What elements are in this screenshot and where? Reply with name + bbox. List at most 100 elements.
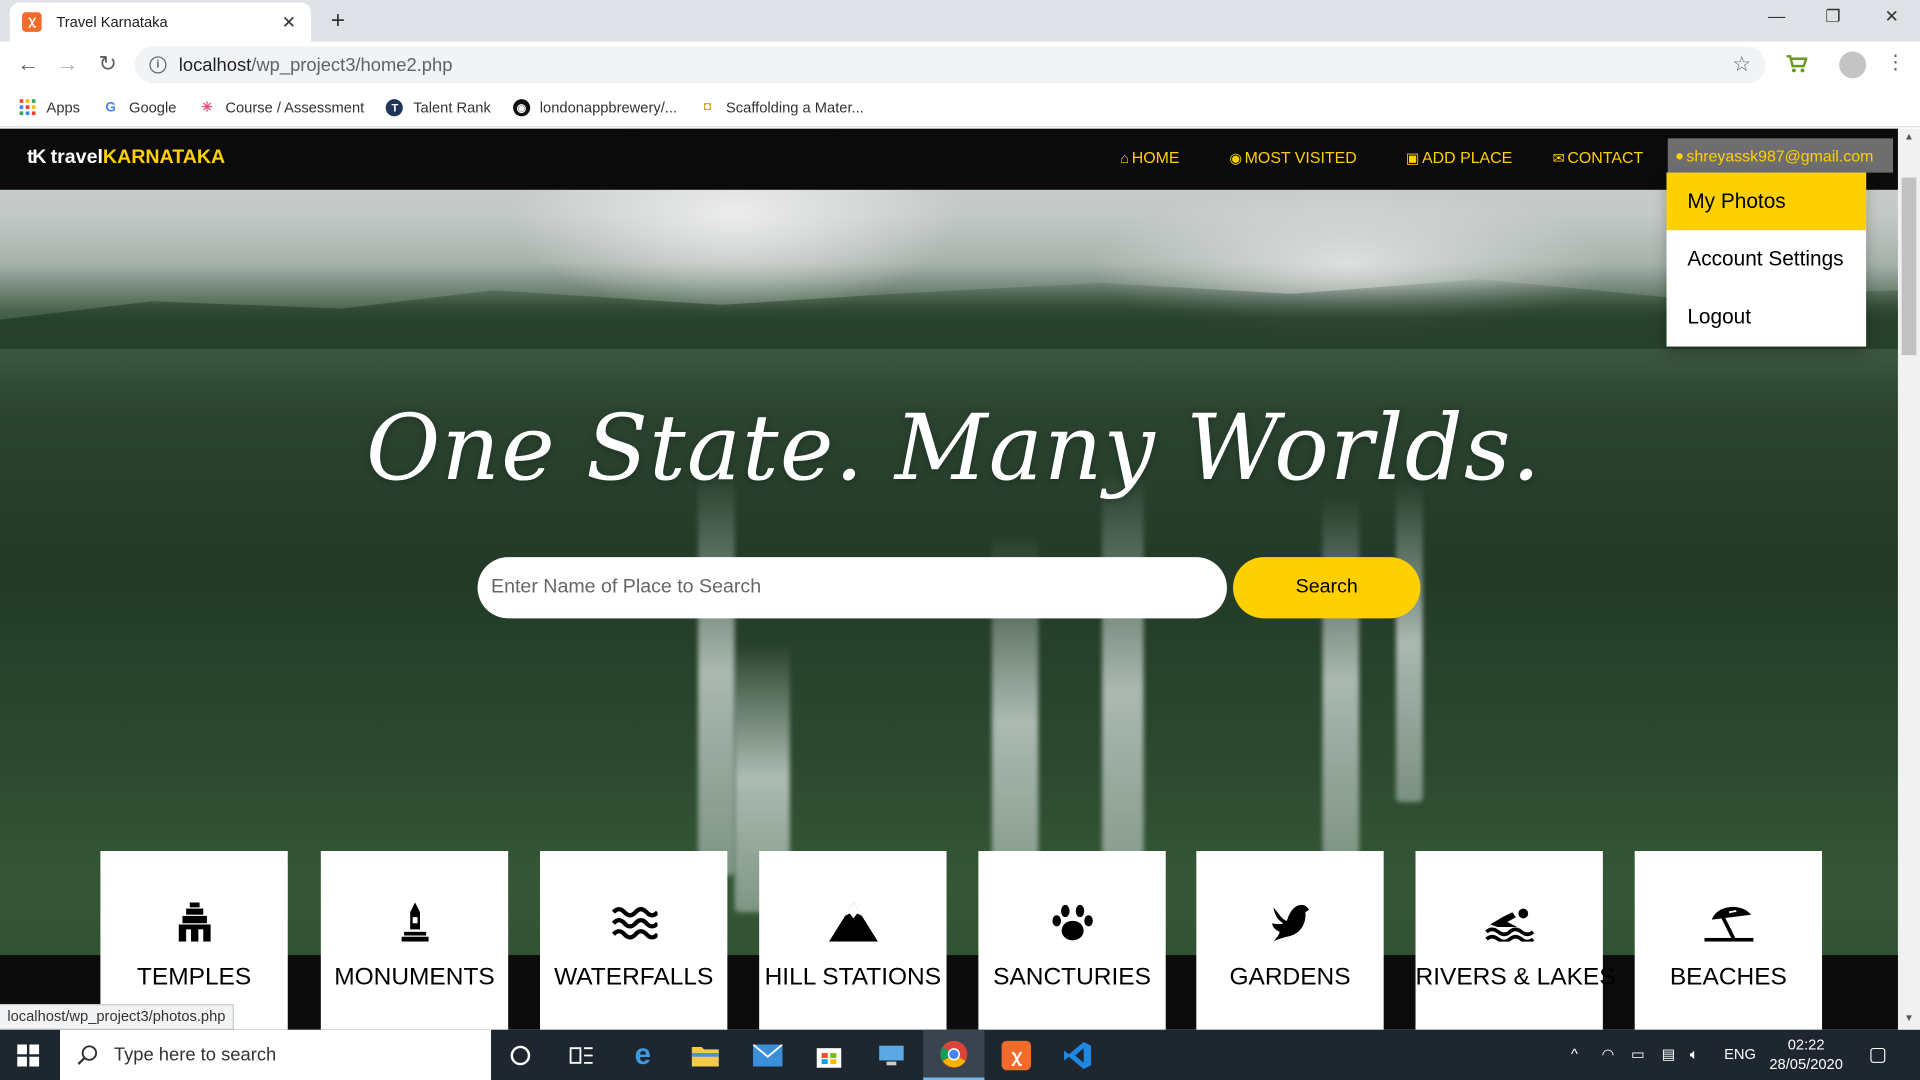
card-icon-wrap xyxy=(540,902,727,944)
card-icon-wrap xyxy=(1416,902,1603,944)
user-menu-button[interactable]: ● shreyassk987@gmail.com xyxy=(1667,138,1894,173)
status-link-preview: localhost/wp_project3/photos.php xyxy=(0,1004,235,1030)
category-label: SANCTURIES xyxy=(993,963,1151,991)
card-icon-wrap xyxy=(978,902,1165,944)
menu-item-logout[interactable]: Logout xyxy=(1667,288,1867,346)
nav-add-place[interactable]: ▣ ADD PLACE xyxy=(1406,148,1513,166)
xampp-icon: ꭓ xyxy=(22,12,42,32)
battery-icon[interactable]: ▭ xyxy=(1631,1046,1645,1063)
bookmark-apps[interactable]: Apps xyxy=(19,98,81,116)
category-card-monuments[interactable]: MONUMENTS xyxy=(320,851,509,1030)
xampp-glyph: ꭓ xyxy=(1001,1040,1032,1070)
edge-icon[interactable]: e xyxy=(612,1030,673,1080)
profile-avatar-icon[interactable] xyxy=(1839,51,1867,79)
minimize-icon[interactable]: — xyxy=(1758,6,1795,26)
dove-icon xyxy=(1271,904,1309,942)
nav-most-visited[interactable]: ◉ MOST VISITED xyxy=(1229,148,1356,166)
brand-mark: tK xyxy=(26,146,46,168)
menu-item-account-settings[interactable]: Account Settings xyxy=(1667,230,1867,288)
tray-chevron-icon[interactable]: ^ xyxy=(1571,1046,1578,1063)
cortana-icon[interactable] xyxy=(490,1030,551,1080)
camera-icon: ▣ xyxy=(1405,148,1420,166)
category-card-rivers-lakes[interactable]: RIVERS & LAKES xyxy=(1415,851,1616,1030)
scrollbar-thumb[interactable] xyxy=(1901,177,1917,356)
mountain-ridge xyxy=(0,279,1898,349)
category-label: HILL STATIONS xyxy=(764,963,942,991)
url-host: localhost xyxy=(178,54,252,76)
bookmark-github[interactable]: ◉ londonappbrewery/... xyxy=(512,98,677,116)
bookmark-label: Google xyxy=(129,98,177,116)
page-scrollbar[interactable]: ▲ ▼ xyxy=(1897,128,1920,1030)
bookmark-google[interactable]: G Google xyxy=(102,99,176,116)
bookmark-scaffolding[interactable]: ◘ Scaffolding a Mater... xyxy=(699,99,864,116)
task-view-icon[interactable] xyxy=(551,1030,612,1080)
cart-extension-icon[interactable] xyxy=(1785,54,1808,74)
place-search-input[interactable] xyxy=(477,557,1227,619)
browser-toolbar: ← → ↻ i localhost/wp_project3/home2.php … xyxy=(0,41,1920,89)
bookmark-talent-rank[interactable]: T Talent Rank xyxy=(386,98,491,116)
chrome-icon[interactable] xyxy=(923,1029,985,1080)
printer-icon[interactable]: ▤ xyxy=(1662,1046,1676,1063)
info-icon[interactable]: i xyxy=(149,56,167,74)
nav-contact[interactable]: ✉ CONTACT xyxy=(1553,148,1644,166)
mail-icon[interactable] xyxy=(737,1030,798,1080)
forward-icon[interactable]: → xyxy=(54,51,81,77)
search-button[interactable]: Search xyxy=(1233,557,1421,619)
taskbar-search-box[interactable]: Type here to search xyxy=(60,1029,492,1080)
clock-date: 28/05/2020 xyxy=(1769,1055,1843,1073)
card-icon-wrap xyxy=(1196,902,1383,944)
google-icon: G xyxy=(105,99,116,115)
new-tab-button[interactable]: + xyxy=(326,7,350,35)
envelope-icon: ✉ xyxy=(1552,148,1565,166)
mail-glyph xyxy=(753,1043,783,1066)
category-card-hill-stations[interactable]: HILL STATIONS xyxy=(759,851,947,1030)
page-viewport: tK travelKARNATAKA ⌂ HOME ◉ MOST VISITED… xyxy=(0,128,1920,1030)
restore-icon[interactable]: ❐ xyxy=(1815,6,1852,27)
windows-start-icon[interactable] xyxy=(17,1044,40,1067)
reload-icon[interactable]: ↻ xyxy=(94,51,121,77)
course-icon: ✳ xyxy=(201,99,213,115)
vscode-icon[interactable] xyxy=(1047,1030,1108,1080)
category-card-beaches[interactable]: BEACHES xyxy=(1634,851,1823,1030)
category-label: MONUMENTS xyxy=(334,963,495,991)
address-bar[interactable]: i localhost/wp_project3/home2.php ☆ xyxy=(134,46,1766,84)
home-icon: ⌂ xyxy=(1120,148,1130,166)
scroll-up-icon[interactable]: ▲ xyxy=(1898,131,1920,142)
edge-glyph: e xyxy=(634,1037,652,1071)
window-close-icon[interactable]: ✕ xyxy=(1873,6,1910,27)
category-card-temples[interactable]: TEMPLES xyxy=(100,851,288,1030)
category-card-gardens[interactable]: GARDENS xyxy=(1196,851,1384,1030)
waterfall xyxy=(697,471,735,876)
taskbar-clock[interactable]: 02:22 28/05/2020 xyxy=(1763,1035,1849,1074)
talent-rank-icon: T xyxy=(386,98,404,116)
category-card-sancturies[interactable]: SANCTURIES xyxy=(978,851,1166,1030)
bookmark-star-icon[interactable]: ☆ xyxy=(1732,53,1751,77)
bookmark-course[interactable]: ✳ Course / Assessment xyxy=(198,99,364,116)
scroll-down-icon[interactable]: ▼ xyxy=(1898,1013,1920,1024)
url-text[interactable]: localhost/wp_project3/home2.php xyxy=(179,54,1733,75)
card-icon-wrap xyxy=(100,902,287,944)
bookmark-label: Apps xyxy=(46,98,81,116)
nav-home[interactable]: ⌂ HOME xyxy=(1120,148,1179,166)
site-navbar: tK travelKARNATAKA ⌂ HOME ◉ MOST VISITED… xyxy=(0,128,1898,190)
menu-item-my-photos[interactable]: My Photos xyxy=(1666,172,1867,231)
brand-logo[interactable]: tK travelKARNATAKA xyxy=(27,147,225,169)
folder-glyph xyxy=(691,1046,719,1066)
browser-tab[interactable]: ꭓ Travel Karnataka ✕ xyxy=(9,2,312,42)
vscode-glyph xyxy=(1064,1041,1092,1069)
language-indicator[interactable]: ENG xyxy=(1724,1046,1756,1063)
hero-headline: One State. Many Worlds. xyxy=(366,395,1542,501)
wifi-icon[interactable]: ◠ xyxy=(1602,1046,1615,1063)
bookmark-label: Talent Rank xyxy=(413,98,491,116)
volume-icon[interactable]: 🔈︎ xyxy=(1690,1046,1699,1064)
remote-desktop-icon[interactable] xyxy=(861,1030,922,1080)
notifications-icon[interactable]: ▢ xyxy=(1869,1042,1888,1066)
category-card-waterfalls[interactable]: WATERFALLS xyxy=(540,851,728,1030)
file-explorer-icon[interactable] xyxy=(675,1030,736,1080)
store-icon[interactable] xyxy=(798,1030,859,1080)
back-icon[interactable]: ← xyxy=(15,51,42,77)
waterfall xyxy=(1322,495,1360,864)
xampp-taskbar-icon[interactable]: ꭓ xyxy=(986,1030,1047,1080)
close-icon[interactable]: ✕ xyxy=(279,12,299,33)
more-menu-icon[interactable]: ⋮ xyxy=(1886,50,1906,74)
